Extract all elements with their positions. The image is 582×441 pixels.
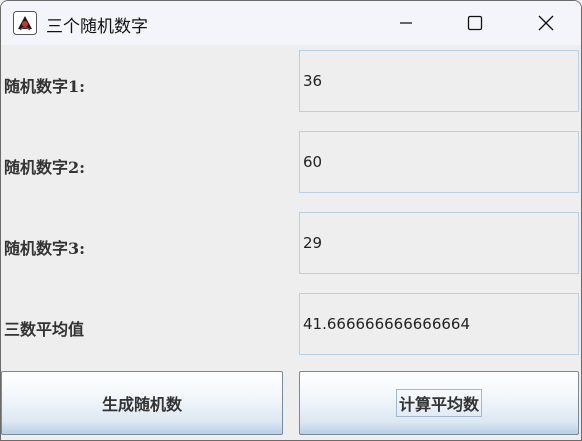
minimize-button[interactable] [371,1,441,45]
random-number-3-label: 随机数字3: [4,239,86,258]
average-field[interactable]: 41.666666666666664 [299,293,579,355]
generate-random-label: 生成随机数 [101,395,182,414]
random-number-1-field[interactable]: 36 [299,50,579,112]
java-duke-icon [13,11,37,35]
calculate-average-button[interactable]: 计算平均数 [299,371,579,435]
minimize-icon [400,22,412,24]
random-number-1-label: 随机数字1: [4,77,86,96]
average-label: 三数平均值 [4,320,85,339]
random-number-2-label: 随机数字2: [4,158,86,177]
window-title: 三个随机数字 [46,17,148,37]
maximize-button[interactable] [440,1,510,45]
calculate-average-label: 计算平均数 [395,389,482,417]
app-window: 三个随机数字 随机数字1: 36 随机数字2: 60 随机数字3: 29 三数平… [0,0,582,441]
title-bar[interactable]: 三个随机数字 [1,1,581,45]
generate-random-button[interactable]: 生成随机数 [1,371,283,435]
form-panel: 随机数字1: 36 随机数字2: 60 随机数字3: 29 三数平均值 41.6… [1,46,581,440]
random-number-2-field[interactable]: 60 [299,131,579,193]
close-icon [538,15,554,31]
random-number-3-field[interactable]: 29 [299,212,579,274]
close-button[interactable] [511,1,581,45]
maximize-icon [467,15,483,31]
